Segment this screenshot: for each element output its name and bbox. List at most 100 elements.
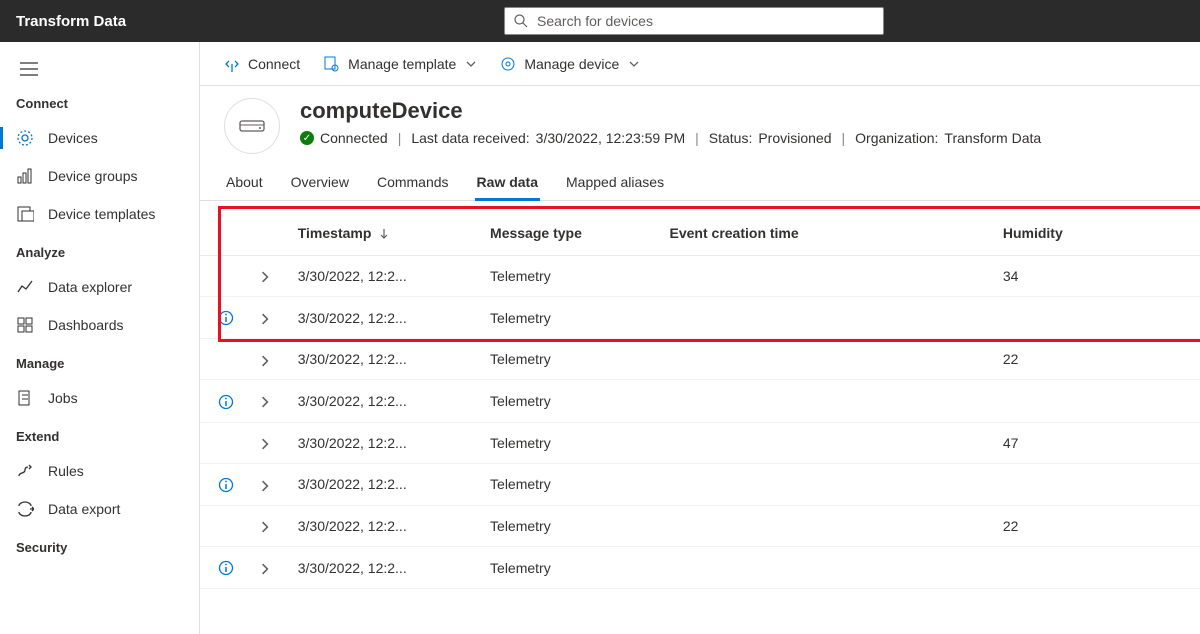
tab-commands[interactable]: Commands bbox=[375, 168, 451, 200]
sidebar-item-device-groups[interactable]: Device groups bbox=[0, 157, 199, 195]
sidebar-item-device-templates[interactable]: Device templates bbox=[0, 195, 199, 233]
tab-mapped[interactable]: Mapped aliases bbox=[564, 168, 666, 200]
sidebar-item-label: Data export bbox=[48, 501, 120, 517]
info-icon bbox=[218, 310, 234, 326]
cell-timestamp: 3/30/2022, 12:2... bbox=[290, 422, 482, 463]
device-avatar bbox=[224, 98, 280, 154]
raw-data-table-container: Timestamp Message type Event creation ti… bbox=[200, 201, 1200, 634]
device-manage-icon bbox=[500, 56, 516, 72]
sidebar-item-devices[interactable]: Devices bbox=[0, 119, 199, 157]
info-icon bbox=[218, 560, 234, 576]
table-row[interactable]: 3/30/2022, 12:2...Telemetry bbox=[200, 297, 1200, 339]
connect-action[interactable]: Connect bbox=[224, 56, 300, 72]
cell-timestamp: 3/30/2022, 12:2... bbox=[290, 256, 482, 297]
device-templates-icon bbox=[16, 205, 34, 223]
table-header-row: Timestamp Message type Event creation ti… bbox=[200, 211, 1200, 256]
chevron-right-icon[interactable] bbox=[259, 563, 271, 575]
col-message-type[interactable]: Message type bbox=[482, 211, 661, 256]
tab-raw[interactable]: Raw data bbox=[475, 168, 540, 200]
col-humidity[interactable]: Humidity bbox=[995, 211, 1200, 256]
connect-label: Connect bbox=[248, 56, 300, 72]
col-event-creation-time[interactable]: Event creation time bbox=[662, 211, 995, 256]
template-icon bbox=[324, 56, 340, 72]
cell-humidity bbox=[995, 380, 1200, 422]
device-groups-icon bbox=[16, 167, 34, 185]
cell-humidity: 34 bbox=[995, 256, 1200, 297]
sidebar: ConnectDevicesDevice groupsDevice templa… bbox=[0, 42, 200, 634]
nav-toggle[interactable] bbox=[0, 50, 199, 84]
cell-humidity: 22 bbox=[995, 505, 1200, 546]
devices-icon bbox=[16, 129, 34, 147]
cell-message-type: Telemetry bbox=[482, 463, 661, 505]
table-row[interactable]: 3/30/2022, 12:2...Telemetry bbox=[200, 380, 1200, 422]
table-row[interactable]: 3/30/2022, 12:2...Telemetry34 bbox=[200, 256, 1200, 297]
cell-message-type: Telemetry bbox=[482, 339, 661, 380]
sort-down-icon bbox=[379, 229, 389, 239]
cell-humidity bbox=[995, 546, 1200, 588]
cell-event-creation-time bbox=[662, 546, 995, 588]
info-icon bbox=[218, 394, 234, 410]
cell-message-type: Telemetry bbox=[482, 505, 661, 546]
rules-icon bbox=[16, 462, 34, 480]
device-header: computeDevice ✓ Connected | Last data re… bbox=[200, 86, 1200, 154]
info-icon bbox=[218, 477, 234, 493]
chevron-right-icon[interactable] bbox=[259, 396, 271, 408]
col-timestamp[interactable]: Timestamp bbox=[290, 211, 482, 256]
cell-event-creation-time bbox=[662, 463, 995, 505]
cell-timestamp: 3/30/2022, 12:2... bbox=[290, 463, 482, 505]
status-text: Connected bbox=[320, 130, 388, 146]
table-row[interactable]: 3/30/2022, 12:2...Telemetry 22 bbox=[200, 505, 1200, 546]
raw-data-table: Timestamp Message type Event creation ti… bbox=[200, 211, 1200, 589]
table-row[interactable]: 3/30/2022, 12:2...Telemetry bbox=[200, 546, 1200, 588]
search-icon bbox=[513, 13, 529, 29]
org-value: Transform Data bbox=[944, 130, 1041, 146]
table-row[interactable]: 3/30/2022, 12:2...Telemetry47 bbox=[200, 422, 1200, 463]
chevron-down-icon bbox=[629, 59, 639, 69]
sidebar-item-label: Devices bbox=[48, 130, 98, 146]
cell-timestamp: 3/30/2022, 12:2... bbox=[290, 505, 482, 546]
sidebar-item-label: Device groups bbox=[48, 168, 138, 184]
device-icon bbox=[239, 117, 265, 135]
manage-template-action[interactable]: Manage template bbox=[324, 56, 476, 72]
sidebar-item-data-explorer[interactable]: Data explorer bbox=[0, 268, 199, 306]
cell-event-creation-time bbox=[662, 339, 995, 380]
search-input[interactable] bbox=[537, 13, 875, 29]
nav-section-header: Analyze bbox=[0, 233, 199, 268]
main-content: Connect Manage template Manage device co… bbox=[200, 42, 1200, 634]
chevron-right-icon[interactable] bbox=[259, 480, 271, 492]
cell-timestamp: 3/30/2022, 12:2... bbox=[290, 297, 482, 339]
sidebar-item-jobs[interactable]: Jobs bbox=[0, 379, 199, 417]
sidebar-item-label: Jobs bbox=[48, 390, 78, 406]
cell-message-type: Telemetry bbox=[482, 546, 661, 588]
chevron-right-icon[interactable] bbox=[259, 355, 271, 367]
hamburger-icon bbox=[20, 60, 38, 78]
org-label: Organization: bbox=[855, 130, 938, 146]
status-dot-icon: ✓ bbox=[300, 131, 314, 145]
table-row[interactable]: 3/30/2022, 12:2...Telemetry bbox=[200, 463, 1200, 505]
sidebar-item-label: Rules bbox=[48, 463, 84, 479]
data-explorer-icon bbox=[16, 278, 34, 296]
chevron-right-icon[interactable] bbox=[259, 313, 271, 325]
chevron-right-icon[interactable] bbox=[259, 271, 271, 283]
connect-icon bbox=[224, 56, 240, 72]
chevron-right-icon[interactable] bbox=[259, 438, 271, 450]
sidebar-item-data-export[interactable]: Data export bbox=[0, 490, 199, 528]
sidebar-item-label: Data explorer bbox=[48, 279, 132, 295]
manage-device-action[interactable]: Manage device bbox=[500, 56, 639, 72]
app-title: Transform Data bbox=[16, 13, 126, 30]
chevron-right-icon[interactable] bbox=[259, 521, 271, 533]
sidebar-item-label: Device templates bbox=[48, 206, 155, 222]
cell-timestamp: 3/30/2022, 12:2... bbox=[290, 339, 482, 380]
sidebar-item-rules[interactable]: Rules bbox=[0, 452, 199, 490]
table-row[interactable]: 3/30/2022, 12:2...Telemetry22 bbox=[200, 339, 1200, 380]
search-box[interactable] bbox=[504, 7, 884, 35]
data-export-icon bbox=[16, 500, 34, 518]
dashboards-icon bbox=[16, 316, 34, 334]
sidebar-item-dashboards[interactable]: Dashboards bbox=[0, 306, 199, 344]
topbar: Transform Data bbox=[0, 0, 1200, 42]
action-bar: Connect Manage template Manage device bbox=[200, 42, 1200, 86]
status-label: Status: bbox=[709, 130, 753, 146]
tab-about[interactable]: About bbox=[224, 168, 265, 200]
tab-overview[interactable]: Overview bbox=[289, 168, 351, 200]
manage-template-label: Manage template bbox=[348, 56, 456, 72]
